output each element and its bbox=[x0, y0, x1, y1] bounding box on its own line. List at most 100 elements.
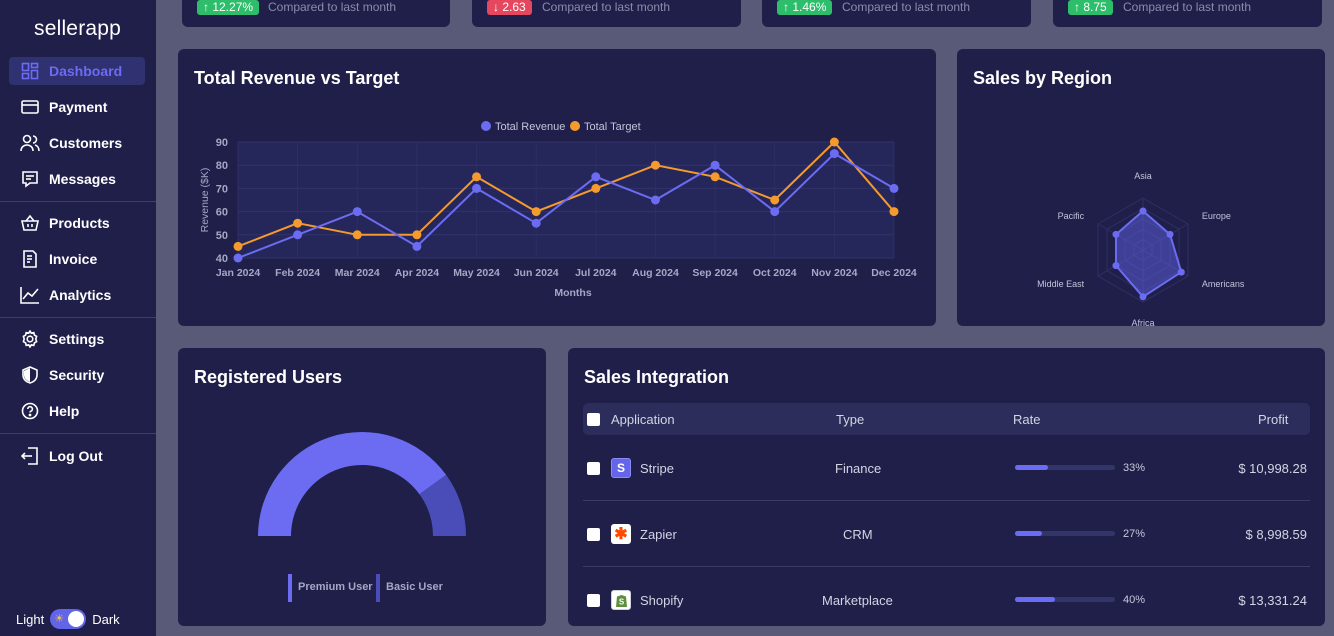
target-point bbox=[352, 230, 362, 240]
stripe-icon: S bbox=[611, 458, 631, 478]
x-tick-label: May 2024 bbox=[453, 267, 500, 279]
column-header-application: Application bbox=[611, 412, 675, 427]
integration-card: Sales Integration Application Type Rate … bbox=[568, 348, 1325, 626]
application-name: Stripe bbox=[640, 461, 674, 476]
revenue-point bbox=[352, 207, 362, 217]
x-tick-label: Jun 2024 bbox=[514, 267, 559, 279]
revenue-chart: 40 50 60 70 80 90 Jan 2024 Feb 2024 Mar 2024 Apr … bbox=[199, 121, 917, 299]
sidebar-item-security[interactable]: Security bbox=[9, 361, 145, 389]
rate-percent: 27% bbox=[1123, 528, 1146, 540]
trend-badge: ↑ 8.75 bbox=[1068, 0, 1113, 15]
message-icon bbox=[20, 169, 40, 189]
column-header-profit: Profit bbox=[1258, 412, 1289, 427]
target-point bbox=[531, 207, 541, 217]
target-point bbox=[233, 241, 243, 251]
trend-badge: ↓ 2.63 bbox=[487, 0, 532, 15]
x-tick-label: Mar 2024 bbox=[335, 267, 380, 279]
sidebar-item-customers[interactable]: Customers bbox=[9, 129, 145, 157]
table-header: Application Type Rate Profit bbox=[583, 403, 1310, 435]
rate-percent: 33% bbox=[1123, 462, 1146, 474]
region-radar-chart: Asia Europe Americans Africa Middle East Paci… bbox=[1037, 171, 1245, 326]
rate-fill bbox=[1015, 465, 1048, 470]
rate-percent: 40% bbox=[1123, 594, 1146, 606]
target-point bbox=[770, 195, 780, 205]
column-header-type: Type bbox=[836, 412, 865, 427]
row-divider bbox=[583, 500, 1310, 501]
radar-point bbox=[1112, 262, 1120, 270]
region-card: Sales by Region Asia Europe Americans Afric… bbox=[957, 49, 1325, 326]
x-tick-label: Jul 2024 bbox=[575, 267, 617, 279]
revenue-point bbox=[472, 183, 482, 193]
toggle-knob bbox=[68, 611, 85, 627]
users-icon bbox=[20, 133, 40, 153]
sidebar-item-label: Payment bbox=[49, 99, 108, 115]
theme-toggle[interactable]: ☀ bbox=[50, 609, 87, 629]
row-checkbox[interactable] bbox=[587, 528, 600, 541]
revenue-point bbox=[650, 195, 660, 205]
y-tick-label: 90 bbox=[216, 137, 228, 149]
sun-icon: ☀ bbox=[54, 613, 65, 625]
sidebar-item-analytics[interactable]: Analytics bbox=[9, 281, 145, 309]
sidebar-item-help[interactable]: Help bbox=[9, 397, 145, 425]
application-type: CRM bbox=[843, 527, 873, 542]
sidebar-item-messages[interactable]: Messages bbox=[9, 165, 145, 193]
sidebar-item-label: Help bbox=[49, 403, 80, 419]
legend-label: Basic User bbox=[386, 581, 444, 593]
basket-icon bbox=[20, 213, 40, 233]
revenue-point bbox=[293, 230, 303, 240]
sidebar-divider bbox=[0, 433, 156, 434]
revenue-point bbox=[591, 172, 601, 182]
target-point bbox=[591, 183, 601, 193]
sidebar-item-label: Invoice bbox=[49, 251, 98, 267]
radar-axis-label: Africa bbox=[1131, 318, 1154, 326]
x-tick-label: Apr 2024 bbox=[395, 267, 440, 279]
zapier-icon: ✱ bbox=[611, 524, 631, 544]
stat-card: ↑ 12.27% Compared to last month bbox=[182, 0, 450, 27]
compare-text: Compared to last month bbox=[842, 0, 971, 14]
profit-value: $ 10,998.28 bbox=[1238, 461, 1307, 476]
sidebar: sellerapp Dashboard Payment Customers Me… bbox=[0, 0, 156, 636]
theme-dark-label: Dark bbox=[92, 611, 120, 627]
target-point bbox=[829, 137, 839, 147]
sidebar-item-payment[interactable]: Payment bbox=[9, 93, 145, 121]
theme-switch: Light ☀ Dark bbox=[16, 609, 120, 629]
sidebar-item-invoice[interactable]: Invoice bbox=[9, 245, 145, 273]
legend-marker bbox=[288, 574, 292, 602]
revenue-point bbox=[233, 253, 243, 263]
sidebar-item-products[interactable]: Products bbox=[9, 209, 145, 237]
sidebar-item-label: Security bbox=[49, 367, 105, 383]
target-point bbox=[412, 230, 422, 240]
x-axis-label: Months bbox=[554, 287, 591, 299]
row-checkbox[interactable] bbox=[587, 462, 600, 475]
sidebar-item-label: Products bbox=[49, 215, 110, 231]
y-tick-label: 60 bbox=[216, 207, 228, 219]
sidebar-item-dashboard[interactable]: Dashboard bbox=[9, 57, 145, 85]
legend-marker bbox=[570, 121, 580, 131]
legend-label: Premium User bbox=[298, 581, 373, 593]
radar-axis-label: Americans bbox=[1202, 279, 1245, 289]
row-checkbox[interactable] bbox=[587, 594, 600, 607]
help-icon bbox=[20, 401, 40, 421]
shield-icon bbox=[20, 365, 40, 385]
rate-bar bbox=[1015, 597, 1115, 602]
theme-light-label: Light bbox=[16, 611, 45, 627]
application-type: Finance bbox=[835, 461, 882, 476]
legend-label: Total Revenue bbox=[495, 121, 565, 133]
trend-badge: ↑ 1.46% bbox=[777, 0, 833, 15]
radar-axis-label: Europe bbox=[1202, 211, 1231, 221]
radar-point bbox=[1139, 293, 1147, 301]
card-title: Sales Integration bbox=[584, 367, 730, 387]
revenue-card: Total Revenue vs Target 40 50 60 70 80 90 Jan … bbox=[178, 49, 936, 326]
analytics-icon bbox=[20, 285, 40, 305]
select-all-checkbox[interactable] bbox=[587, 413, 600, 426]
revenue-point bbox=[770, 207, 780, 217]
sidebar-item-settings[interactable]: Settings bbox=[9, 325, 145, 353]
target-point bbox=[889, 207, 899, 217]
rate-bar bbox=[1015, 465, 1115, 470]
sidebar-item-logout[interactable]: Log Out bbox=[9, 442, 145, 470]
radar-axis-label: Asia bbox=[1134, 171, 1152, 181]
row-divider bbox=[583, 566, 1310, 567]
x-tick-label: Sep 2024 bbox=[692, 267, 738, 279]
radar-axis-label: Pacific bbox=[1058, 211, 1085, 221]
sidebar-item-label: Customers bbox=[49, 135, 123, 151]
